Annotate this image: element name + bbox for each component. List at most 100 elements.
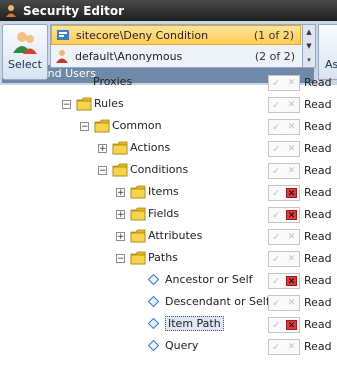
- account-row-anonymous[interactable]: default\Anonymous (2 of 2): [51, 46, 301, 66]
- scroll-up-icon[interactable]: ▲: [303, 25, 315, 39]
- tree-row[interactable]: − Rules ✓ ✕ Read: [0, 94, 337, 116]
- read-label: Read: [304, 340, 332, 353]
- deny-cross-icon[interactable]: ✕: [286, 166, 297, 176]
- tree-item-label[interactable]: Item Path: [165, 316, 224, 331]
- allow-check-icon[interactable]: ✓: [272, 298, 280, 309]
- deny-cross-icon[interactable]: ✕: [286, 188, 297, 199]
- deny-cross-icon[interactable]: ✕: [286, 298, 297, 308]
- read-label: Read: [304, 120, 332, 133]
- deny-cross-icon[interactable]: ✕: [286, 122, 297, 132]
- permission-cell[interactable]: ✓ ✕: [268, 97, 300, 113]
- read-label: Read: [304, 208, 332, 221]
- folder-icon: [112, 163, 128, 177]
- deny-cross-icon[interactable]: ✕: [286, 254, 297, 264]
- allow-check-icon[interactable]: ✓: [272, 78, 280, 89]
- assign-label: As: [325, 58, 337, 71]
- deny-cross-icon[interactable]: ✕: [286, 100, 297, 110]
- collapse-toggle-icon[interactable]: −: [116, 254, 125, 264]
- collapse-toggle-icon[interactable]: −: [62, 100, 71, 110]
- folder-icon: [94, 119, 110, 133]
- collapse-toggle-icon[interactable]: −: [98, 166, 107, 176]
- collapse-toggle-icon[interactable]: −: [80, 122, 89, 132]
- allow-check-icon[interactable]: ✓: [272, 276, 280, 287]
- expand-toggle-icon[interactable]: +: [116, 188, 125, 198]
- permission-cell[interactable]: ✓ ✕: [268, 229, 300, 245]
- tree-row[interactable]: + Items ✓ ✕ Read: [0, 182, 337, 204]
- account-count: (2 of 2): [254, 49, 295, 63]
- read-label: Read: [304, 252, 332, 265]
- allow-check-icon[interactable]: ✓: [272, 232, 280, 243]
- allow-check-icon[interactable]: ✓: [272, 144, 280, 155]
- tree-item-label[interactable]: Rules: [94, 97, 124, 110]
- permission-cell[interactable]: ✓ ✕: [268, 295, 300, 311]
- folder-icon: [112, 141, 128, 155]
- read-label: Read: [304, 142, 332, 155]
- tree-item-label[interactable]: Descendant or Self: [165, 295, 270, 308]
- tree-row[interactable]: Descendant or Self ✓ ✕ Read: [0, 292, 337, 314]
- scroll-more-icon[interactable]: ▾: [303, 53, 315, 67]
- deny-cross-icon[interactable]: ✕: [286, 276, 297, 287]
- tree-row[interactable]: + Fields ✓ ✕ Read: [0, 204, 337, 226]
- permission-cell[interactable]: ✓ ✕: [268, 273, 300, 289]
- read-label: Read: [304, 230, 332, 243]
- role-icon: [56, 28, 70, 42]
- tree-row[interactable]: − Common ✓ ✕ Read: [0, 116, 337, 138]
- deny-cross-icon[interactable]: ✕: [286, 144, 297, 154]
- tree-row[interactable]: Item Path ✓ ✕ Read: [0, 314, 337, 336]
- accounts-list[interactable]: sitecore\Deny Condition (1 of 2) default…: [50, 24, 316, 68]
- folder-icon: [130, 229, 146, 243]
- permission-cell[interactable]: ✓ ✕: [268, 251, 300, 267]
- tree-row[interactable]: + Actions ✓ ✕ Read: [0, 138, 337, 160]
- accounts-scrollbar[interactable]: ▲ ▼ ▾: [302, 25, 315, 67]
- allow-check-icon[interactable]: ✓: [272, 166, 280, 177]
- expand-toggle-icon[interactable]: +: [116, 210, 125, 220]
- tree-row[interactable]: + Attributes ✓ ✕ Read: [0, 226, 337, 248]
- deny-cross-icon[interactable]: ✕: [286, 232, 297, 242]
- tree-row[interactable]: − Conditions ✓ ✕ Read: [0, 160, 337, 182]
- deny-cross-icon[interactable]: ✕: [286, 210, 297, 221]
- permission-cell[interactable]: ✓ ✕: [268, 163, 300, 179]
- permission-cell[interactable]: ✓ ✕: [268, 185, 300, 201]
- tree-item-label[interactable]: Paths: [148, 251, 178, 264]
- deny-cross-icon[interactable]: ✕: [286, 342, 297, 352]
- read-label: Read: [304, 274, 332, 287]
- permission-cell[interactable]: ✓ ✕: [268, 75, 300, 91]
- permission-cell[interactable]: ✓ ✕: [268, 339, 300, 355]
- deny-cross-icon[interactable]: ✕: [286, 320, 297, 331]
- allow-check-icon[interactable]: ✓: [272, 210, 280, 221]
- read-label: Read: [304, 98, 332, 111]
- permission-cell[interactable]: ✓ ✕: [268, 317, 300, 333]
- tree-item-label[interactable]: Attributes: [148, 229, 202, 242]
- select-users-icon: [12, 29, 38, 55]
- allow-check-icon[interactable]: ✓: [272, 342, 280, 353]
- allow-check-icon[interactable]: ✓: [272, 122, 280, 133]
- tree-item-label[interactable]: Query: [165, 339, 198, 352]
- tree-row[interactable]: Ancestor or Self ✓ ✕ Read: [0, 270, 337, 292]
- account-row-deny-condition[interactable]: sitecore\Deny Condition (1 of 2): [51, 25, 301, 45]
- scroll-down-icon[interactable]: ▼: [303, 39, 315, 53]
- permission-cell[interactable]: ✓ ✕: [268, 141, 300, 157]
- tree-item-label[interactable]: Common: [112, 119, 162, 132]
- allow-check-icon[interactable]: ✓: [272, 100, 280, 111]
- tree-item-label[interactable]: Fields: [148, 207, 179, 220]
- tree-item-label[interactable]: Actions: [130, 141, 170, 154]
- account-name: default\Anonymous: [75, 49, 183, 63]
- allow-check-icon[interactable]: ✓: [272, 188, 280, 199]
- allow-check-icon[interactable]: ✓: [272, 254, 280, 265]
- tree-item-label[interactable]: Items: [148, 185, 179, 198]
- tree-item-label: Proxies: [93, 75, 133, 88]
- tree-row[interactable]: Proxies ✓ ✕ Read: [0, 72, 337, 94]
- allow-check-icon[interactable]: ✓: [272, 320, 280, 331]
- user-icon: [55, 49, 69, 63]
- tree-item-label[interactable]: Ancestor or Self: [165, 273, 253, 286]
- tree-item-label[interactable]: Conditions: [130, 163, 188, 176]
- permission-cell[interactable]: ✓ ✕: [268, 119, 300, 135]
- select-label: Select: [8, 58, 42, 71]
- deny-cross-icon[interactable]: ✕: [286, 78, 297, 88]
- permission-cell[interactable]: ✓ ✕: [268, 207, 300, 223]
- tree-row[interactable]: Query ✓ ✕ Read: [0, 336, 337, 358]
- tree-row[interactable]: − Paths ✓ ✕ Read: [0, 248, 337, 270]
- expand-toggle-icon[interactable]: +: [98, 144, 107, 154]
- expand-toggle-icon[interactable]: +: [116, 232, 125, 242]
- item-icon: [147, 339, 160, 352]
